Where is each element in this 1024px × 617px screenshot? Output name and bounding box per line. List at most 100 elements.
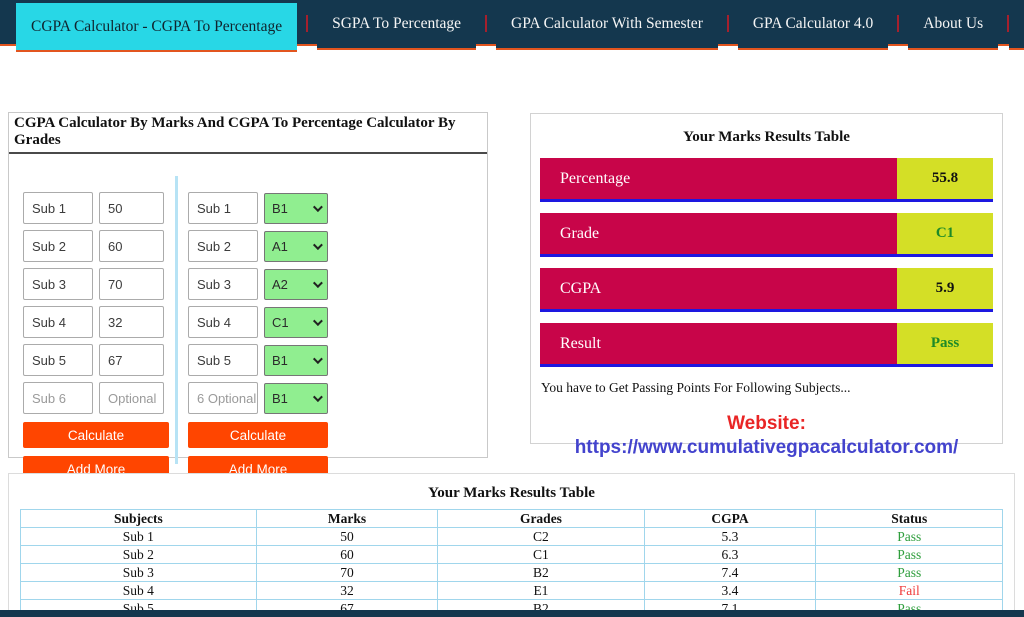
grade-select[interactable]: B1 [264,383,328,414]
grades-row: A1 [188,230,334,262]
grade-select-value: A2 [272,277,288,292]
grade-select-value: B1 [272,201,288,216]
subject-name-input[interactable] [188,344,258,376]
tab-sgpa-to-percentage[interactable]: SGPA To Percentage [317,0,476,50]
nav-separator [485,15,487,32]
grades-row: B1 [188,344,334,376]
grade-select-value: C1 [272,315,289,330]
marks-cell: 60 [256,546,438,564]
marks-cell: 70 [256,564,438,582]
subject-name-input[interactable] [23,192,93,224]
subject-name-input[interactable] [188,268,258,300]
tab-gpa-calculator-with-semester[interactable]: GPA Calculator With Semester [496,0,718,50]
tab-about-us[interactable]: About Us [908,0,998,50]
marks-row [23,268,169,300]
marks-value-input[interactable] [99,230,164,262]
grade-select[interactable]: B1 [264,193,328,224]
marks-cell: 32 [256,582,438,600]
subject-name-input[interactable] [23,306,93,338]
subject-name-input[interactable] [188,306,258,338]
column-header-cgpa: CGPA [644,510,816,528]
grades-row: A2 [188,268,334,300]
website-label: Website: [531,413,1002,435]
result-label: Percentage [540,158,897,199]
results-panel-title: Your Marks Results Table [531,114,1002,158]
marks-row [23,192,169,224]
result-row-grade: Grade C1 [540,213,993,257]
cgpa-calculator-panel: CGPA Calculator By Marks And CGPA To Per… [8,112,488,458]
result-value: C1 [897,213,993,254]
nav-separator [306,15,308,32]
subject-name-input[interactable] [23,344,93,376]
chevron-down-icon [313,202,323,212]
table-row: Sub 1 50 C2 5.3 Pass [21,528,1003,546]
grade-select-value: B1 [272,353,288,368]
subject-cell: Sub 2 [21,546,257,564]
marks-value-input[interactable] [99,344,164,376]
tab-gpa-calculator-4-0[interactable]: GPA Calculator 4.0 [738,0,888,50]
subject-cell: Sub 1 [21,528,257,546]
subject-name-input[interactable] [23,382,93,414]
nav-filler [1009,0,1024,50]
grade-cell: B2 [438,564,644,582]
subject-name-input[interactable] [188,230,258,262]
result-value: 55.8 [897,158,993,199]
subject-name-input[interactable] [23,268,93,300]
status-cell: Pass [816,546,1003,564]
column-header-grades: Grades [438,510,644,528]
tab-cgpa-calculator[interactable]: CGPA Calculator - CGPA To Percentage [16,3,297,52]
cgpa-cell: 7.4 [644,564,816,582]
chevron-down-icon [313,354,323,364]
subject-name-input[interactable] [188,192,258,224]
grades-row: C1 [188,306,334,338]
subject-cell: Sub 4 [21,582,257,600]
marks-value-input[interactable] [99,306,164,338]
grade-cell: E1 [438,582,644,600]
grade-select[interactable]: A2 [264,269,328,300]
marks-row [23,230,169,262]
nav-separator [897,15,899,32]
result-value: Pass [897,323,993,364]
grades-row-optional: B1 [188,382,334,414]
grade-select[interactable]: C1 [264,307,328,338]
passing-points-note: You have to Get Passing Points For Follo… [531,378,1002,396]
nav-bar: CGPA Calculator - CGPA To Percentage SGP… [0,0,1024,46]
grade-select-value: A1 [272,239,288,254]
chevron-down-icon [313,392,323,402]
nav-separator [727,15,729,32]
marks-results-table-section: Your Marks Results Table Subjects Marks … [8,473,1015,617]
results-table-title: Your Marks Results Table [9,474,1014,509]
grade-cell: C1 [438,546,644,564]
grade-select[interactable]: B1 [264,345,328,376]
result-row-result: Result Pass [540,323,993,367]
grades-row: B1 [188,192,334,224]
marks-row [23,306,169,338]
table-row: Sub 3 70 B2 7.4 Pass [21,564,1003,582]
calculate-marks-button[interactable]: Calculate [23,422,169,448]
marks-results-panel: Your Marks Results Table Percentage 55.8… [530,113,1003,444]
status-cell: Fail [816,582,1003,600]
marks-row [23,344,169,376]
marks-value-input[interactable] [99,268,164,300]
table-row: Sub 2 60 C1 6.3 Pass [21,546,1003,564]
marks-value-input[interactable] [99,382,164,414]
calculate-grades-button[interactable]: Calculate [188,422,328,448]
website-url-link[interactable]: https://www.cumulativegpacalculator.com/ [531,437,1002,459]
subject-name-input[interactable] [188,382,258,414]
grade-cell: C2 [438,528,644,546]
subject-cell: Sub 3 [21,564,257,582]
marks-cell: 50 [256,528,438,546]
table-header-row: Subjects Marks Grades CGPA Status [21,510,1003,528]
grade-select[interactable]: A1 [264,231,328,262]
result-row-cgpa: CGPA 5.9 [540,268,993,312]
marks-value-input[interactable] [99,192,164,224]
status-cell: Pass [816,528,1003,546]
column-header-subjects: Subjects [21,510,257,528]
result-value: 5.9 [897,268,993,309]
grades-column: B1 A1 A2 C1 [188,192,334,482]
chevron-down-icon [313,316,323,326]
chevron-down-icon [313,278,323,288]
subject-name-input[interactable] [23,230,93,262]
table-row: Sub 4 32 E1 3.4 Fail [21,582,1003,600]
grade-select-value: B1 [272,391,288,406]
